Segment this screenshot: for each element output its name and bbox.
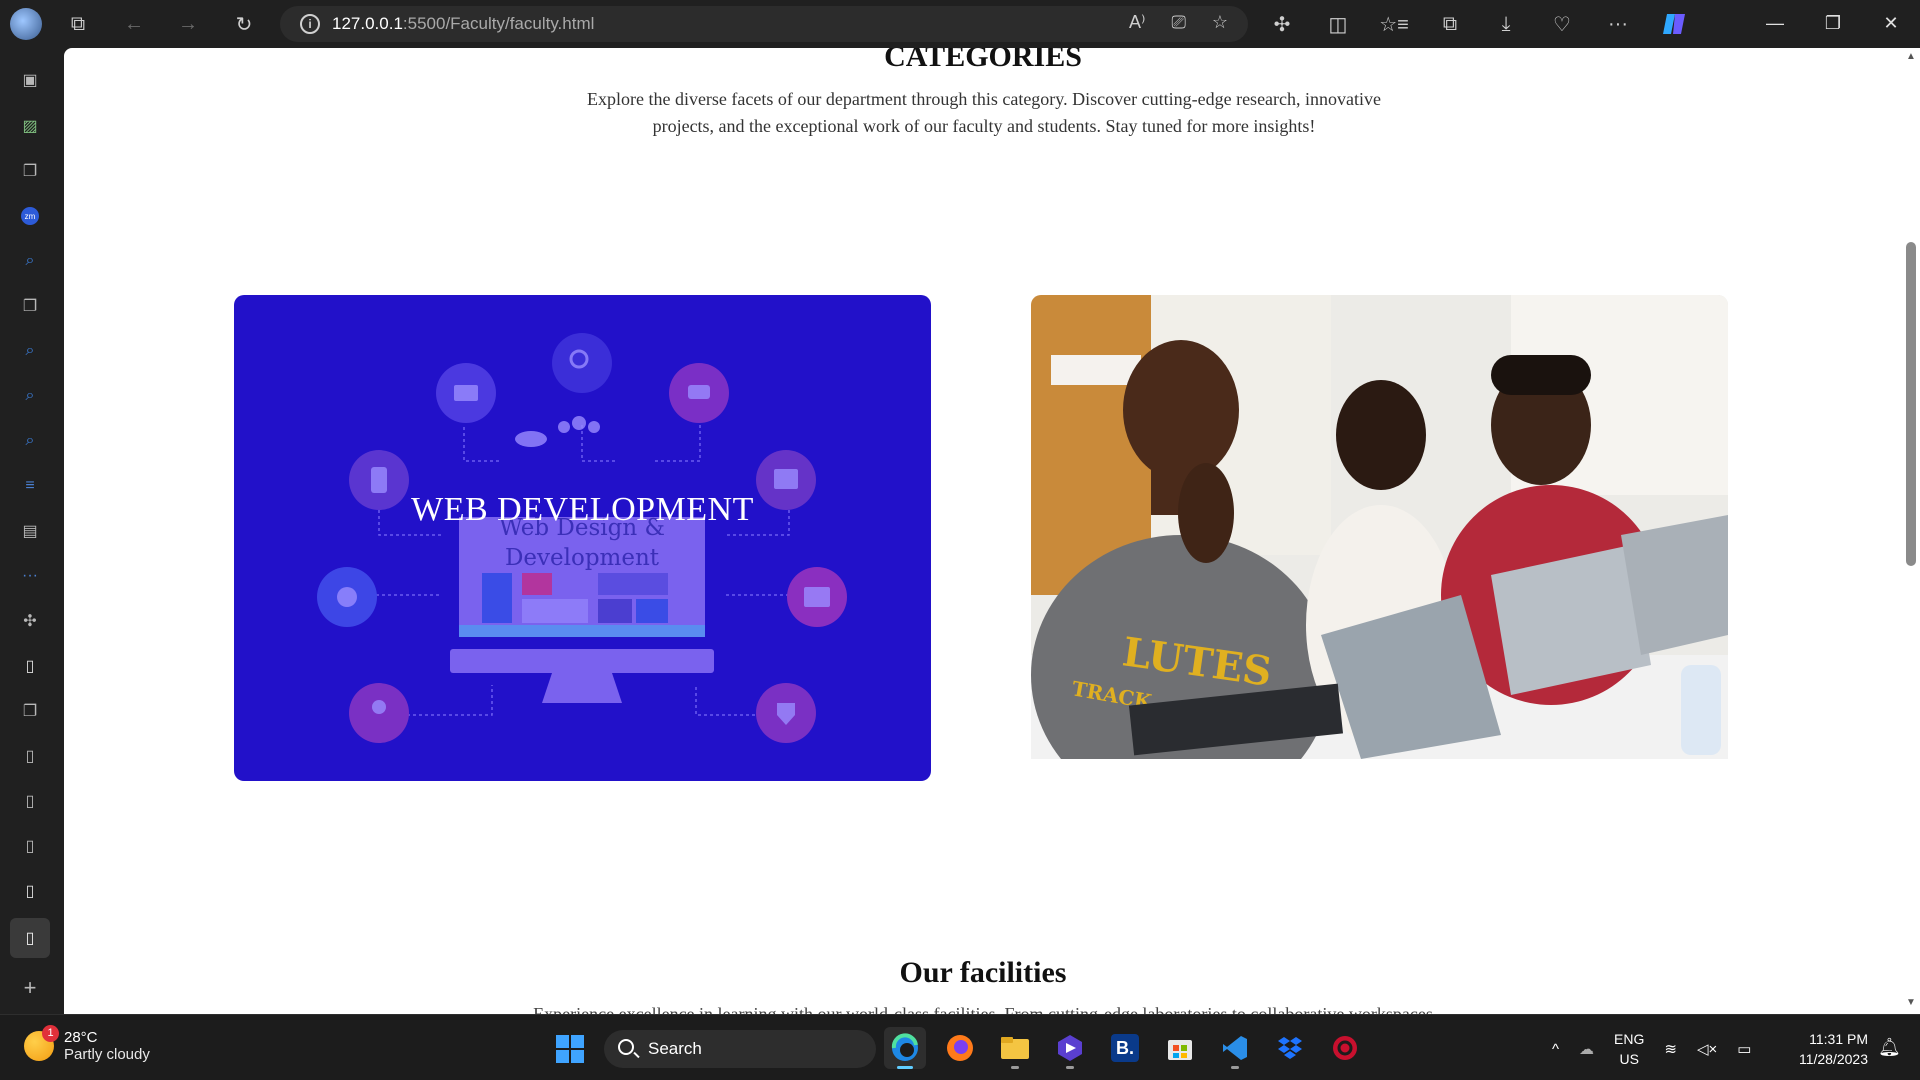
tab-file-icon[interactable]: ▯ — [18, 789, 42, 813]
page-viewport: CATEGORIES Explore the diverse facets of… — [64, 48, 1902, 1014]
dropbox-app-icon[interactable] — [1269, 1027, 1311, 1069]
url-path: :5500/Faculty/faculty.html — [402, 14, 595, 33]
language-indicator[interactable]: ENG US — [1614, 1029, 1644, 1069]
back-button[interactable]: ← — [114, 4, 154, 44]
firefox-app-icon[interactable] — [939, 1027, 981, 1069]
tab-file-icon-active[interactable]: ▯ — [10, 918, 50, 958]
weather-temp: 28°C — [64, 1029, 98, 1046]
booking-app-icon[interactable]: B. — [1104, 1027, 1146, 1069]
app-hexagon-icon[interactable] — [1049, 1027, 1091, 1069]
tray-cloud-icon[interactable]: ☁ — [1579, 1040, 1594, 1058]
antivirus-app-icon[interactable] — [1324, 1027, 1366, 1069]
read-aloud-icon[interactable]: A⁾ — [1129, 12, 1145, 33]
scroll-thumb[interactable] — [1906, 242, 1916, 566]
clock[interactable]: 11:31 PM 11/28/2023 — [1788, 1029, 1868, 1069]
web-development-card[interactable]: Web Design & Development WEB DEVELOPMENT — [234, 295, 931, 781]
site-info-icon[interactable]: i — [300, 14, 320, 34]
notification-badge: 1 — [42, 1025, 59, 1042]
tab-file-icon[interactable]: ▯ — [18, 834, 42, 858]
tab-notes-icon[interactable]: ≡ — [18, 474, 42, 498]
address-bar[interactable]: i 127.0.0.1:5500/Faculty/faculty.html A⁾… — [280, 6, 1248, 42]
system-tray: ^ ☁ ENG US ≋ ◁× ▭ — [1552, 1029, 1751, 1069]
weather-sun-icon: 1 — [24, 1025, 59, 1061]
scroll-down-arrow[interactable]: ▼ — [1906, 998, 1916, 1008]
close-button[interactable]: ✕ — [1862, 0, 1920, 46]
restore-button[interactable]: ❐ — [1804, 0, 1862, 46]
tab-zoom-icon[interactable]: zm — [18, 204, 42, 228]
url-host: 127.0.0.1 — [332, 14, 403, 33]
tab-file-icon[interactable]: ▯ — [18, 879, 42, 903]
immersive-reader-icon[interactable]: ⎚ — [1171, 12, 1185, 33]
wifi-icon[interactable]: ≋ — [1664, 1040, 1677, 1058]
weather-widget[interactable]: 1 28°C Partly cloudy — [24, 1025, 150, 1063]
downloads-icon[interactable]: ⤓ — [1486, 4, 1526, 44]
tab-page-icon[interactable]: ▤ — [18, 519, 42, 543]
tab-puzzle-icon[interactable]: ✣ — [18, 609, 42, 633]
favorites-icon[interactable]: ☆≡ — [1374, 4, 1414, 44]
web-design-illustration: Web Design & Development — [317, 333, 847, 743]
categories-description: Explore the diverse facets of our depart… — [586, 89, 1382, 136]
notification-bell-icon[interactable]: 🔔︎ — [1878, 1037, 1901, 1058]
profile-avatar[interactable] — [10, 8, 42, 40]
minimize-button[interactable]: — — [1746, 0, 1804, 46]
tab-search-icon[interactable]: ⌕ — [18, 429, 42, 453]
clock-date: 11/28/2023 — [1798, 1051, 1868, 1067]
tab-doc-icon[interactable]: ❐ — [18, 699, 42, 723]
new-tab-icon[interactable]: + — [18, 975, 42, 1000]
windows-taskbar: 1 28°C Partly cloudy Search B. ^ ☁ ENG U… — [0, 1014, 1920, 1080]
scroll-up-arrow[interactable]: ▲ — [1906, 52, 1916, 62]
illustration-text-2: Development — [505, 545, 660, 571]
facilities-description: Experience excellence in learning with o… — [533, 1004, 1433, 1014]
tab-search-icon[interactable]: ⌕ — [18, 339, 42, 363]
tab-panel-icon[interactable]: ▣ — [18, 68, 42, 92]
tab-more-icon[interactable]: ··· — [18, 564, 42, 588]
tab-actions-icon[interactable]: ⧉ — [58, 4, 98, 44]
file-explorer-icon[interactable] — [994, 1027, 1036, 1069]
tab-doc-icon[interactable]: ❐ — [18, 159, 42, 183]
extensions-icon[interactable]: ✣ — [1262, 4, 1302, 44]
more-menu-icon[interactable]: ··· — [1598, 4, 1638, 44]
search-label: Search — [648, 1039, 702, 1058]
lang-code: ENG — [1614, 1031, 1645, 1047]
web-development-label: WEB DEVELOPMENT — [411, 491, 754, 528]
store-app-icon[interactable] — [1159, 1027, 1201, 1069]
tab-doc-icon[interactable]: ❐ — [18, 294, 42, 318]
lang-region: US — [1619, 1051, 1639, 1067]
tab-image-icon[interactable]: ▨ — [18, 114, 42, 138]
vscode-app-icon[interactable] — [1214, 1027, 1256, 1069]
collections-icon[interactable]: ⧉ — [1430, 4, 1470, 44]
tray-chevron-icon[interactable]: ^ — [1552, 1041, 1559, 1058]
browser-toolbar: ⧉ ← → ↻ i 127.0.0.1:5500/Faculty/faculty… — [0, 0, 1920, 48]
facilities-title: Our facilities — [899, 956, 1067, 989]
favorite-star-icon[interactable]: ☆ — [1212, 12, 1228, 33]
tab-file-icon[interactable]: ▯ — [18, 654, 42, 678]
search-icon — [618, 1039, 634, 1055]
edge-app-icon[interactable] — [884, 1027, 926, 1069]
tab-search-icon[interactable]: ⌕ — [18, 384, 42, 408]
vertical-tabs: ▣ ▨ ❐ zm ⌕ ❐ ⌕ ⌕ ⌕ ≡ ▤ ··· ✣ ▯ ❐ ▯ ▯ ▯ ▯… — [0, 48, 62, 1014]
split-screen-icon[interactable]: ◫ — [1318, 4, 1358, 44]
start-button[interactable] — [556, 1035, 584, 1063]
page-scrollbar[interactable]: ▲ ▼ — [1902, 48, 1920, 1014]
volume-muted-icon[interactable]: ◁× — [1697, 1040, 1717, 1058]
students-photo: LUTES TRACK — [1031, 295, 1728, 759]
tab-file-icon[interactable]: ▯ — [18, 744, 42, 768]
students-photo-card[interactable]: LUTES TRACK — [1031, 295, 1728, 759]
weather-desc: Partly cloudy — [64, 1046, 150, 1063]
categories-title: CATEGORIES — [884, 48, 1082, 73]
battery-icon[interactable]: ▭ — [1737, 1040, 1751, 1058]
clock-time: 11:31 PM — [1809, 1031, 1868, 1047]
refresh-button[interactable]: ↻ — [224, 4, 264, 44]
taskbar-search[interactable]: Search — [604, 1030, 876, 1068]
performance-icon[interactable]: ♡ — [1542, 4, 1582, 44]
tab-search-icon[interactable]: ⌕ — [18, 249, 42, 273]
forward-button[interactable]: → — [168, 4, 208, 44]
copilot-icon[interactable] — [1654, 4, 1694, 44]
